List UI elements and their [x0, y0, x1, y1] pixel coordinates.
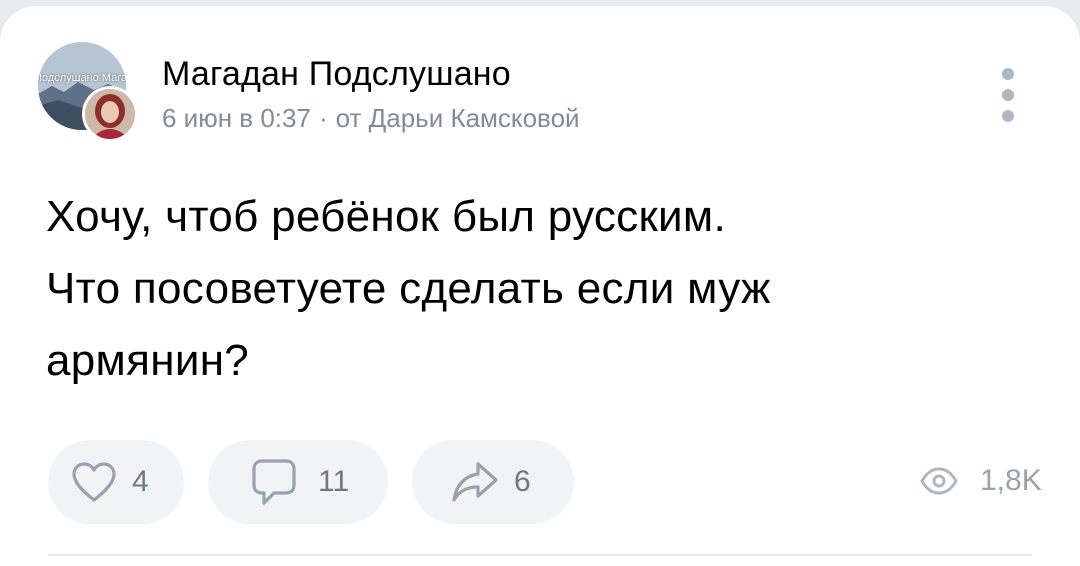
comment-count: 11	[318, 465, 350, 498]
more-dot	[1002, 89, 1014, 101]
meta-separator: ·	[318, 103, 328, 133]
share-count: 6	[514, 465, 531, 498]
views-count: 1,8K	[980, 464, 1042, 497]
community-name[interactable]: Магадан Подслушано	[162, 54, 511, 94]
views-indicator: 1,8K	[920, 461, 1042, 501]
post-meta: 6 июн в 0:37 · от Дарьи Камсковой	[162, 102, 580, 134]
author-avatar[interactable]	[82, 86, 138, 142]
divider	[48, 554, 1032, 556]
more-vertical-icon	[1002, 68, 1014, 80]
more-dot	[1002, 110, 1014, 122]
post-author-byline[interactable]: от Дарьи Камсковой	[336, 103, 580, 133]
like-button[interactable]: 4	[48, 440, 184, 524]
post-card: Подслушано Магадан Магадан Подслушано 6 …	[0, 6, 1080, 566]
community-avatar-label: Подслушано Магадан	[38, 72, 126, 84]
more-options-button[interactable]	[994, 68, 1022, 122]
heart-icon	[72, 462, 116, 502]
post-text: Хочу, чтоб ребёнок был русским. Что посо…	[46, 181, 1046, 397]
share-button[interactable]: 6	[412, 440, 574, 524]
like-count: 4	[132, 465, 149, 498]
post-text-line: Хочу, чтоб ребёнок был русским.	[46, 192, 726, 241]
post-date[interactable]: 6 июн в 0:37	[162, 103, 311, 133]
comment-icon	[252, 459, 296, 505]
comment-button[interactable]: 11	[208, 440, 388, 524]
avatar-group[interactable]: Подслушано Магадан	[38, 42, 138, 142]
post-text-line: армянин?	[46, 336, 250, 385]
eye-icon	[920, 467, 958, 495]
author-avatar-image	[85, 89, 135, 139]
post-text-line: Что посоветуете сделать если муж	[46, 264, 771, 313]
share-arrow-icon	[452, 462, 498, 502]
